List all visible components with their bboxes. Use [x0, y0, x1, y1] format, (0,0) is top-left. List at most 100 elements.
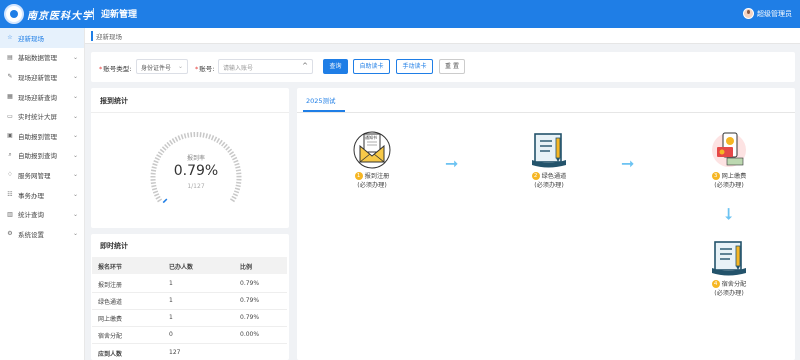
envelope-notice-icon: 通知书	[352, 130, 392, 170]
sidebar-item-self-checkin-query[interactable]: ⌕ 自助报到查询 ⌄	[0, 146, 84, 166]
table-row-count: 1	[169, 280, 173, 287]
user-name: 超级管理员	[757, 9, 792, 18]
step-name: 网上缴费	[721, 173, 747, 180]
live-stats-title: 即时统计	[100, 242, 128, 250]
chevron-up-icon[interactable]: ^	[302, 62, 308, 70]
step-number-badge: 2	[531, 172, 540, 180]
sidebar-item-label: 实时统计大屏	[18, 113, 57, 122]
flow-step-dorm-assign[interactable]: 4 宿舍分配 (必须办理)	[689, 238, 769, 298]
report-stats-card: 报到统计 报到率 0.79% 1/127	[91, 88, 289, 228]
auto-card-button[interactable]: 自助读卡	[353, 59, 390, 74]
rate-value: 0.79%	[173, 163, 219, 179]
table-row-step: 宿舍分配	[98, 333, 123, 340]
calendar-icon: ▣	[7, 132, 13, 140]
chevron-down-icon: ⌄	[72, 191, 78, 199]
sidebar-item-label: 自助报到管理	[18, 132, 57, 141]
star-icon: ☆	[7, 34, 13, 42]
live-stats-card: 即时统计 报名环节 已办人数 比例 报到注册 1 0.79% 绿色通道 1 0.…	[91, 234, 289, 360]
chevron-down-icon: ⌄	[72, 132, 78, 140]
tab-welcome-site[interactable]: 迎新现场	[91, 31, 122, 41]
flow-step-green-channel[interactable]: 2 绿色通道 (必须办理)	[509, 130, 589, 190]
total-label: 应到人数	[98, 351, 123, 358]
chevron-down-icon: ⌄	[72, 93, 78, 101]
flow-step-checkin[interactable]: 通知书 1 报到注册 (必须办理)	[332, 130, 412, 190]
sidebar-item-label: 服务网管理	[18, 171, 51, 180]
chevron-down-icon: ⌄	[72, 230, 78, 238]
sidebar-item-onsite-query[interactable]: ▦ 现场迎新查询 ⌄	[0, 87, 84, 107]
table-row-count: 1	[169, 314, 173, 321]
step-note: (必须办理)	[714, 290, 744, 297]
monitor-icon: ▭	[7, 112, 13, 120]
rate-fraction: 1/127	[187, 183, 205, 190]
step-name: 绿色通道	[541, 173, 567, 180]
phone-payment-icon	[709, 130, 749, 170]
avatar-icon	[743, 8, 754, 19]
table-row-ratio: 0.00%	[240, 331, 260, 338]
table-row-step: 网上缴费	[98, 316, 123, 323]
step-number-badge: 4	[711, 280, 720, 288]
sidebar-item-label: 系统设置	[18, 230, 44, 239]
document-icon: ▤	[7, 53, 13, 61]
table-row-step: 绿色通道	[98, 299, 123, 306]
step-note: (必须办理)	[534, 182, 564, 189]
sidebar-item-label: 现场迎新管理	[18, 73, 57, 82]
sidebar-item-onsite-manage[interactable]: ✎ 现场迎新管理 ⌄	[0, 67, 84, 87]
step-number-badge: 3	[711, 172, 720, 180]
step-note: (必须办理)	[357, 182, 387, 189]
sidebar-item-welcome-site[interactable]: ☆ 迎新现场	[0, 28, 84, 48]
query-button[interactable]: 查询	[323, 59, 348, 74]
col-header-count: 已办人数	[169, 264, 194, 271]
col-header-ratio: 比例	[240, 264, 253, 271]
total-value: 127	[169, 349, 181, 356]
step-name: 宿舍分配	[721, 281, 747, 288]
table-row-count: 1	[169, 297, 173, 304]
chevron-down-icon: ⌄	[72, 210, 78, 218]
table-row-step: 报到注册	[98, 282, 123, 289]
manual-card-button[interactable]: 手动读卡	[396, 59, 433, 74]
sidebar-item-label: 统计查询	[18, 211, 44, 220]
step-name: 报到注册	[364, 173, 390, 180]
sidebar-item-statistics[interactable]: ▥ 统计查询 ⌄	[0, 204, 84, 224]
chevron-down-icon: ⌄	[177, 63, 183, 70]
sidebar-item-realtime-screen[interactable]: ▭ 实时统计大屏 ⌄	[0, 106, 84, 126]
account-type-label: *账号类型:	[99, 65, 132, 73]
chevron-down-icon: ⌄	[72, 53, 78, 61]
table-row-count: 0	[169, 331, 173, 338]
book-pen-icon	[709, 238, 749, 278]
flow-step-online-payment[interactable]: 3 网上缴费 (必须办理)	[689, 130, 769, 190]
sidebar-item-label: 现场迎新查询	[18, 93, 57, 102]
step-note: (必须办理)	[714, 182, 744, 189]
sidebar: ☆ 迎新现场 ▤ 基础数据管理 ⌄ ✎ 现场迎新管理 ⌄ ▦ 现场迎新查询 ⌄ …	[0, 28, 85, 360]
school-name: 南京医科大学	[27, 11, 93, 22]
flow-card: 2025测试 通知书 1 报到注册 (必须办理) ➞ 2 绿色通道 (必须办理)…	[297, 88, 795, 360]
table-row-ratio: 0.79%	[240, 280, 260, 287]
report-stats-title: 报到统计	[100, 97, 128, 105]
arrow-right-icon: ➞	[621, 154, 635, 173]
step-number-badge: 1	[354, 172, 363, 180]
sidebar-item-service-net[interactable]: ♢ 服务网管理 ⌄	[0, 165, 84, 185]
chevron-down-icon: ⌄	[72, 171, 78, 179]
arrow-down-icon: ➞	[719, 207, 739, 221]
service-icon: ♢	[7, 171, 13, 179]
account-type-select[interactable]: 身份证件号 ⌄	[136, 59, 188, 74]
grid-icon: ▦	[7, 93, 13, 101]
report-rate-gauge: 报到率 0.79% 1/127	[146, 123, 246, 213]
sidebar-item-affairs[interactable]: ☷ 事务办理 ⌄	[0, 185, 84, 205]
sidebar-item-basic-data[interactable]: ▤ 基础数据管理 ⌄	[0, 48, 84, 68]
search-bar: *账号类型: 身份证件号 ⌄ *账号: 请输入账号 ^ 查询 自助读卡 手动读卡…	[91, 52, 795, 82]
system-title: 迎新管理	[101, 10, 138, 20]
tab-2025-test[interactable]: 2025测试	[306, 95, 336, 105]
book-pen-icon	[529, 130, 569, 170]
sidebar-item-settings[interactable]: ⚙ 系统设置 ⌄	[0, 224, 84, 244]
task-icon: ☷	[7, 191, 13, 199]
sidebar-item-self-checkin-manage[interactable]: ▣ 自助报到管理 ⌄	[0, 126, 84, 146]
tab-bar: 迎新现场	[85, 28, 800, 44]
arrow-right-icon: ➞	[445, 154, 459, 173]
col-header-step: 报名环节	[98, 264, 123, 271]
header-divider	[93, 8, 94, 20]
sidebar-item-label: 自助报到查询	[18, 152, 57, 161]
gauge-value-arc	[162, 198, 168, 204]
account-input[interactable]: 请输入账号 ^	[218, 59, 313, 74]
reset-button[interactable]: 重 置	[439, 59, 465, 74]
user-menu[interactable]: 超级管理员	[743, 8, 792, 19]
